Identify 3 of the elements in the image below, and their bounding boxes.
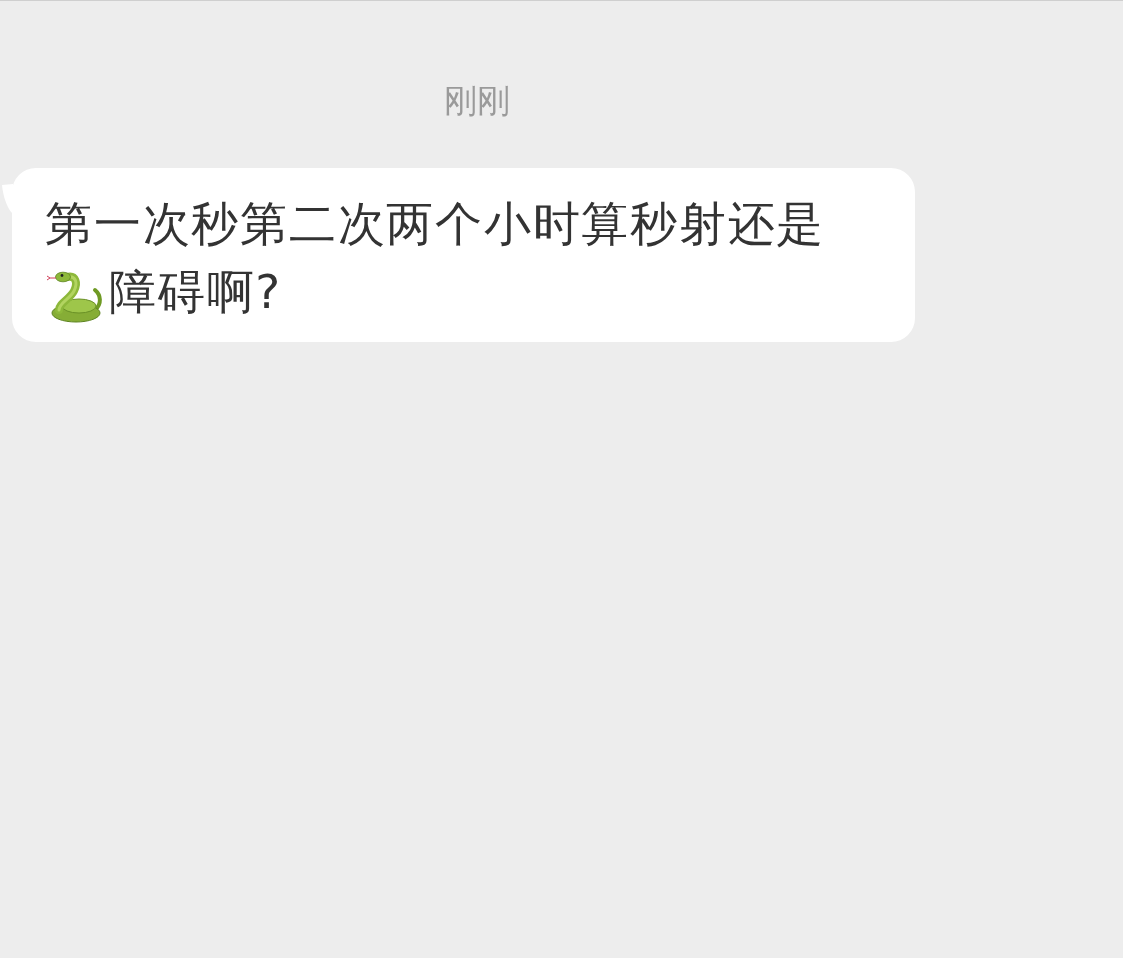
message-text: 障碍啊?	[109, 264, 282, 319]
message-text: 第一次秒第二次两个小时算秒射还是	[45, 196, 825, 251]
timestamp: 刚刚	[444, 80, 510, 122]
